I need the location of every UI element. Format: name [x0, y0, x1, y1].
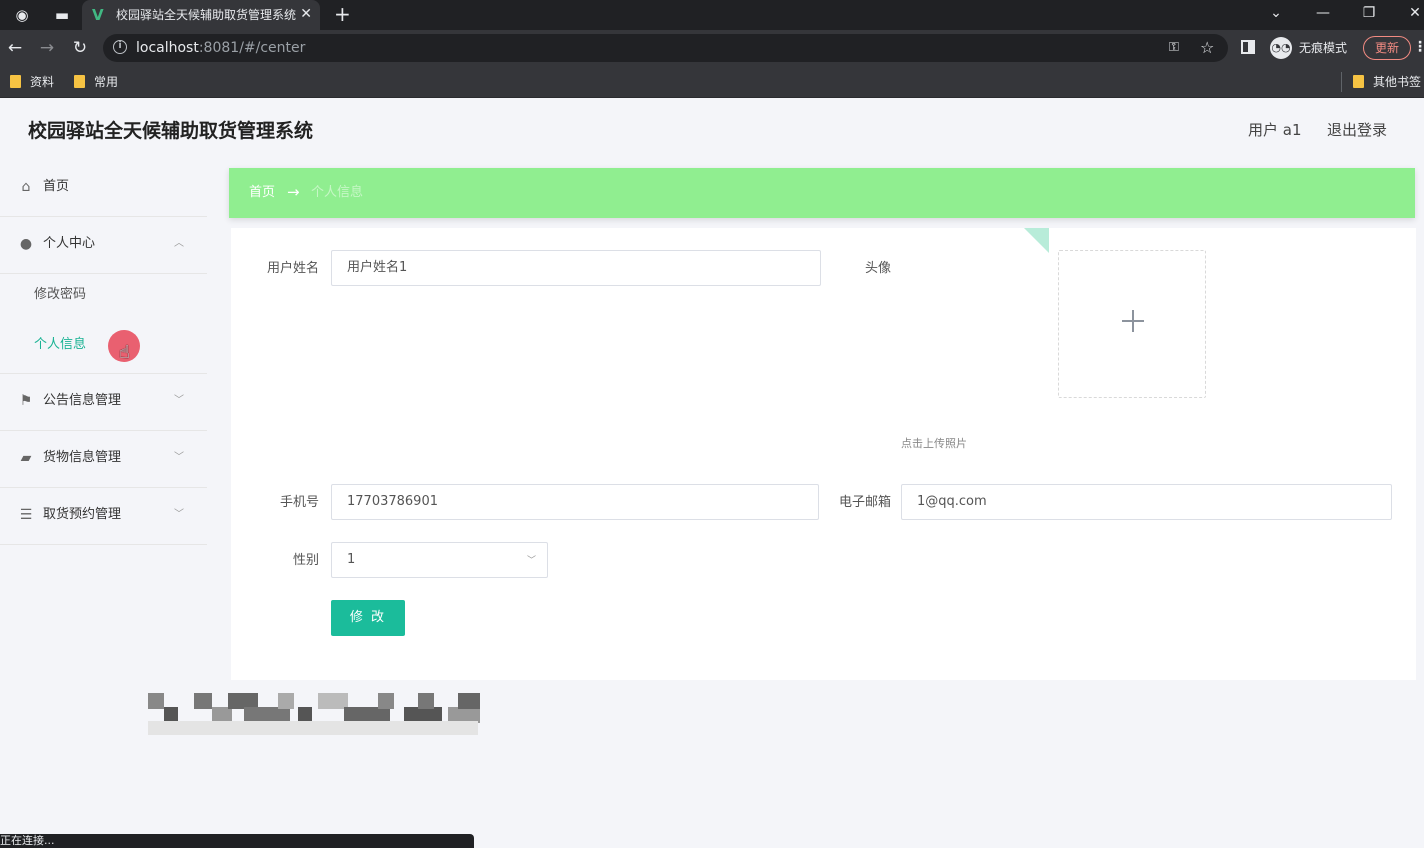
app-title: 校园驿站全天候辅助取货管理系统	[28, 120, 314, 142]
hand-cursor-icon: ☝	[119, 342, 130, 363]
chevron-up-icon: ︿	[174, 238, 184, 249]
bookmark-folder-ziliao[interactable]: 资料	[8, 74, 54, 90]
password-key-icon[interactable]: ⚿	[1169, 39, 1179, 57]
bookmarks-bar: 资料 常用 其他书签	[0, 66, 1424, 98]
menu-kebab-icon[interactable]: ⋮	[1413, 37, 1424, 57]
active-tab[interactable]: V 校园驿站全天候辅助取货管理系统 ✕	[82, 0, 320, 30]
back-icon[interactable]: ←	[4, 37, 26, 59]
restore-button[interactable]: ❐	[1357, 3, 1381, 23]
home-icon: ⌂	[21, 179, 31, 195]
username-label: 用户姓名	[266, 261, 319, 276]
submit-button[interactable]: 修 改	[331, 600, 405, 636]
sidebar-item-personal-center[interactable]: ● 个人中心 ︿	[0, 217, 207, 274]
close-window-button[interactable]: ✕	[1403, 3, 1424, 23]
chevron-down-icon: ﹀	[174, 509, 184, 520]
sidebar-item-home[interactable]: ⌂ 首页	[0, 160, 207, 217]
breadcrumb-current: 个人信息	[311, 185, 364, 200]
sidebar-item-label: 首页	[43, 179, 70, 194]
globe-icon[interactable]: ◉	[12, 5, 32, 25]
bookmark-folder-changyong[interactable]: 常用	[72, 74, 118, 90]
status-bar: 正在连接...	[0, 834, 474, 848]
chevron-down-icon: ﹀	[174, 452, 184, 463]
update-button[interactable]: 更新	[1363, 36, 1411, 60]
profile-form: 用户姓名 用户姓名1 头像 点击上传照片 手机号 17703786901 电子邮…	[231, 228, 1416, 680]
list-icon: ☰	[19, 507, 33, 523]
side-panel-icon[interactable]	[1241, 40, 1255, 54]
user-icon: ●	[19, 236, 33, 252]
chevron-down-icon: ﹀	[174, 395, 184, 406]
bookmark-folder-other[interactable]: 其他书签	[1351, 74, 1421, 90]
breadcrumb-home[interactable]: 首页	[249, 184, 275, 202]
status-text: 正在连接...	[0, 834, 55, 847]
arrow-right-icon: →	[287, 183, 300, 201]
gender-select-value: 1	[347, 552, 356, 567]
vue-logo-icon: V	[92, 6, 104, 24]
gender-label: 性别	[292, 553, 319, 568]
sidebar-item-label: 公告信息管理	[43, 393, 122, 408]
sidebar-item-personal-info[interactable]: 个人信息	[34, 336, 86, 354]
gender-select[interactable]: 1	[331, 542, 548, 578]
ticket-icon: ▰	[20, 450, 32, 466]
sidebar-item-goods[interactable]: ▰ 货物信息管理 ﹀	[0, 431, 207, 488]
phone-field[interactable]: 17703786901	[331, 484, 819, 520]
sidebar-item-label: 货物信息管理	[43, 450, 122, 465]
logout-link[interactable]: 退出登录	[1327, 119, 1387, 141]
email-label: 电子邮箱	[838, 495, 891, 510]
browser-toolbar: ← → ↻ i localhost:8081/#/center ⚿ ☆	[0, 30, 1424, 66]
decorative-corner	[1024, 228, 1049, 253]
sidebar-item-label: 个人中心	[43, 236, 96, 251]
plus-icon-stroke	[1132, 310, 1134, 332]
folder-icon	[1353, 75, 1364, 88]
chevron-down-icon: ﹀	[527, 556, 537, 566]
folder-icon	[10, 75, 21, 88]
flag-icon: ⚑	[19, 393, 33, 409]
browser-tab-strip: ◉ ▬ V 校园驿站全天候辅助取货管理系统 ✕ + ⌄ — ❐ ✕	[0, 0, 1424, 30]
incognito-icon[interactable]: ◔◔	[1270, 37, 1292, 59]
sidebar-item-label: 取货预约管理	[43, 507, 122, 522]
minimize-button[interactable]: —	[1311, 3, 1335, 23]
url-text: localhost:8081/#/center	[136, 40, 306, 56]
sidebar: ⌂ 首页 ● 个人中心 ︿ ⚑ 公告信息管理 ﹀ ▰ 货物信息管理 ﹀ ☰ 取货…	[0, 160, 207, 545]
address-bar[interactable]: i localhost:8081/#/center ⚿ ☆	[103, 34, 1228, 62]
reload-icon[interactable]: ↻	[69, 37, 91, 59]
breadcrumb: 首页 → 个人信息	[229, 168, 1415, 218]
new-tab-button[interactable]: +	[334, 2, 351, 26]
personal-center-submenu	[0, 274, 207, 374]
tab-title: 校园驿站全天候辅助取货管理系统	[116, 8, 296, 22]
sidebar-item-change-password[interactable]: 修改密码	[34, 286, 86, 304]
site-info-icon[interactable]: i	[113, 40, 127, 54]
email-field[interactable]: 1@qq.com	[901, 484, 1392, 520]
sidebar-item-pickup[interactable]: ☰ 取货预约管理 ﹀	[0, 488, 207, 545]
phone-label: 手机号	[279, 495, 319, 510]
upload-tip: 点击上传照片	[901, 437, 967, 450]
forward-icon[interactable]: →	[36, 37, 58, 59]
avatar-label: 头像	[864, 261, 891, 276]
current-user: 用户 a1	[1248, 121, 1302, 139]
incognito-label: 无痕模式	[1299, 41, 1348, 55]
username-field[interactable]: 用户姓名1	[331, 250, 821, 286]
app-root: 校园驿站全天候辅助取货管理系统 用户 a1 退出登录 ⌂ 首页 ● 个人中心 ︿…	[0, 98, 1424, 848]
folder-icon	[74, 75, 85, 88]
window-tab-icon[interactable]: ▬	[52, 5, 72, 25]
bookmarks-separator	[1341, 72, 1342, 92]
avatar-upload[interactable]	[1058, 250, 1206, 398]
tab-search-icon[interactable]: ⌄	[1264, 3, 1288, 23]
redacted-watermark	[148, 693, 482, 737]
close-tab-icon[interactable]: ✕	[300, 5, 312, 23]
sidebar-item-notice[interactable]: ⚑ 公告信息管理 ﹀	[0, 374, 207, 431]
bookmark-star-icon[interactable]: ☆	[1200, 38, 1214, 58]
